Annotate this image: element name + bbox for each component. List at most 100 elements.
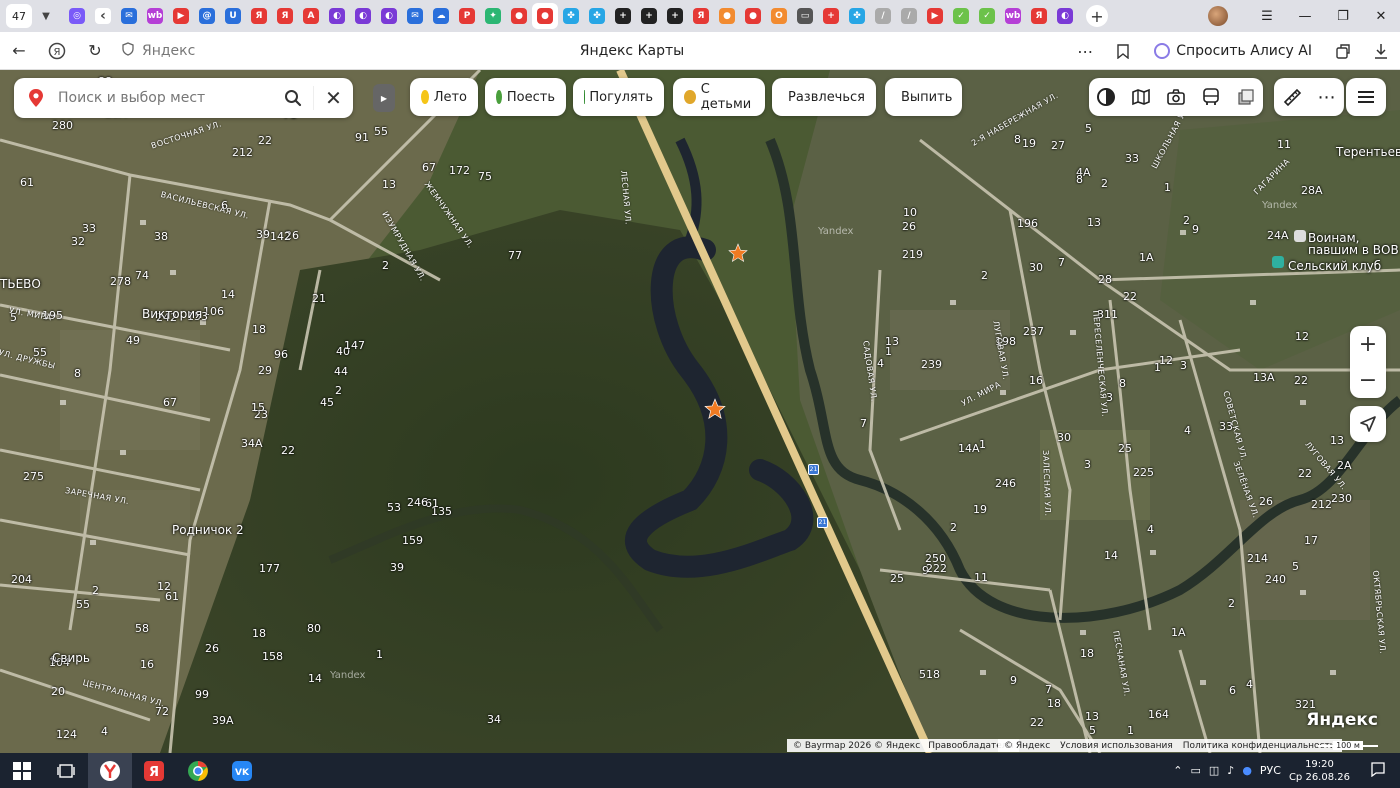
browser-tab[interactable]: U bbox=[220, 3, 246, 29]
chrome-taskbar-icon[interactable] bbox=[176, 753, 220, 788]
camera-icon[interactable] bbox=[1159, 78, 1194, 116]
browser-tab[interactable]: @ bbox=[194, 3, 220, 29]
downloads-icon[interactable] bbox=[1362, 32, 1400, 70]
browser-tab[interactable]: ✤ bbox=[558, 3, 584, 29]
close-window-icon[interactable]: ✕ bbox=[1362, 0, 1400, 32]
chips-expand-icon[interactable]: ▶ bbox=[373, 84, 395, 112]
browser-tab[interactable]: wb bbox=[142, 3, 168, 29]
network-icon[interactable]: ◫ bbox=[1209, 764, 1219, 777]
place-label[interactable]: ТЬЕВО bbox=[0, 277, 41, 291]
browser-tab[interactable]: + bbox=[610, 3, 636, 29]
place-label[interactable]: Свирь bbox=[52, 651, 90, 665]
category-chip[interactable]: Лето bbox=[410, 78, 478, 116]
browser-tab[interactable]: ● bbox=[714, 3, 740, 29]
minimize-icon[interactable]: — bbox=[1286, 0, 1324, 32]
place-label[interactable]: Сельский клуб bbox=[1288, 259, 1381, 273]
browser-tab[interactable]: + bbox=[636, 3, 662, 29]
restore-icon[interactable]: ❐ bbox=[1324, 0, 1362, 32]
tab-count-badge[interactable]: 47 bbox=[6, 4, 32, 28]
volume-icon[interactable]: ♪ bbox=[1227, 764, 1234, 777]
browser-tab[interactable]: Я bbox=[1026, 3, 1052, 29]
browser-tab[interactable]: ● bbox=[532, 3, 558, 29]
yandex-taskbar-icon[interactable]: Я bbox=[132, 753, 176, 788]
hamburger-menu-icon[interactable] bbox=[1346, 78, 1386, 116]
place-label[interactable]: Виктория bbox=[142, 307, 202, 321]
language-indicator[interactable]: РУС bbox=[1260, 764, 1281, 777]
new-tab-button[interactable]: + bbox=[1086, 5, 1108, 27]
map-layer-icon[interactable] bbox=[1089, 78, 1124, 116]
satellite-map[interactable]: 223223940615526134528А39А8634А2439212106… bbox=[0, 70, 1400, 753]
poi-club[interactable] bbox=[1272, 256, 1284, 268]
category-chip[interactable]: Развлечься bbox=[772, 78, 876, 116]
browser-tab[interactable]: ◎ bbox=[64, 3, 90, 29]
browser-tab[interactable]: ☁ bbox=[428, 3, 454, 29]
browser-tab[interactable]: ✦ bbox=[480, 3, 506, 29]
browser-tab[interactable]: ◐ bbox=[324, 3, 350, 29]
browser-tab[interactable]: ✉ bbox=[116, 3, 142, 29]
browser-tab[interactable]: Я bbox=[246, 3, 272, 29]
browser-tab[interactable]: ✤ bbox=[844, 3, 870, 29]
privacy-policy-link[interactable]: Политика конфиденциальности bbox=[1183, 741, 1336, 751]
browser-tab[interactable]: ✓ bbox=[948, 3, 974, 29]
windows-start-icon[interactable] bbox=[0, 753, 44, 788]
more-tools-icon[interactable]: ⋯ bbox=[1309, 78, 1344, 116]
browser-tab[interactable]: ● bbox=[506, 3, 532, 29]
yandex-logo[interactable]: Яндекс bbox=[1306, 710, 1378, 730]
category-chip[interactable]: Поесть bbox=[485, 78, 566, 116]
task-view-icon[interactable] bbox=[44, 753, 88, 788]
bookmark-icon[interactable] bbox=[1104, 32, 1142, 70]
profile-avatar[interactable] bbox=[1208, 6, 1228, 26]
browser-menu-icon[interactable]: ☰ bbox=[1248, 0, 1286, 32]
extensions-icon[interactable] bbox=[1324, 32, 1362, 70]
browser-tab[interactable]: + bbox=[818, 3, 844, 29]
browser-tab[interactable]: ◐ bbox=[1052, 3, 1078, 29]
browser-tab[interactable]: ▭ bbox=[792, 3, 818, 29]
tray-app-icon[interactable]: ▭ bbox=[1190, 764, 1200, 777]
browser-tab[interactable]: ✓ bbox=[974, 3, 1000, 29]
browser-tab[interactable]: / bbox=[870, 3, 896, 29]
poi-memorial[interactable] bbox=[1294, 230, 1306, 242]
place-label[interactable]: павшим в ВОВ bbox=[1308, 243, 1399, 257]
browser-tab[interactable]: ▶ bbox=[168, 3, 194, 29]
browser-tab[interactable]: ▶ bbox=[922, 3, 948, 29]
browser-tab[interactable]: ● bbox=[740, 3, 766, 29]
tray-expand-icon[interactable]: ⌃ bbox=[1173, 764, 1182, 777]
browser-tab[interactable]: O bbox=[766, 3, 792, 29]
browser-tab[interactable]: ◐ bbox=[376, 3, 402, 29]
panorama-icon[interactable] bbox=[1124, 78, 1159, 116]
favorite-star-icon[interactable] bbox=[704, 398, 726, 420]
zoom-out-button[interactable]: − bbox=[1350, 362, 1386, 398]
close-icon[interactable]: ✕ bbox=[313, 86, 353, 110]
browser-tab[interactable]: Я bbox=[272, 3, 298, 29]
terms-of-use-link[interactable]: Условия использования bbox=[1060, 741, 1173, 751]
browser-tab[interactable]: wb bbox=[1000, 3, 1026, 29]
vpn-icon[interactable]: ● bbox=[1242, 764, 1252, 777]
vk-taskbar-icon[interactable]: VK bbox=[220, 753, 264, 788]
browser-tab[interactable]: ✤ bbox=[584, 3, 610, 29]
browser-tab[interactable]: Я bbox=[688, 3, 714, 29]
place-label[interactable]: Родничок 2 bbox=[172, 523, 244, 537]
layers-stack-icon[interactable] bbox=[1228, 78, 1263, 116]
ruler-icon[interactable] bbox=[1274, 78, 1309, 116]
notifications-icon[interactable] bbox=[1370, 761, 1386, 780]
category-chip[interactable]: С детьми bbox=[673, 78, 765, 116]
search-icon[interactable] bbox=[273, 89, 313, 107]
tab-list-chevron-icon[interactable]: ▼ bbox=[36, 4, 56, 28]
browser-tab[interactable]: + bbox=[662, 3, 688, 29]
browser-tab[interactable]: / bbox=[896, 3, 922, 29]
favorite-star-icon[interactable] bbox=[728, 243, 748, 263]
browser-tab[interactable]: ✉ bbox=[402, 3, 428, 29]
browser-tab[interactable]: ‹ bbox=[90, 3, 116, 29]
more-dots-icon[interactable]: ⋯ bbox=[1066, 32, 1104, 70]
browser-tab[interactable]: A bbox=[298, 3, 324, 29]
category-chip[interactable]: Выпить bbox=[885, 78, 962, 116]
browser-tab[interactable]: P bbox=[454, 3, 480, 29]
clock[interactable]: 19:20 Ср 26.08.26 bbox=[1289, 758, 1350, 784]
place-label[interactable]: Терентьево bbox=[1336, 145, 1400, 159]
category-chip[interactable]: Погулять bbox=[573, 78, 664, 116]
browser-tab[interactable]: ◐ bbox=[350, 3, 376, 29]
transport-icon[interactable] bbox=[1193, 78, 1228, 116]
search-input[interactable]: Поиск и выбор мест bbox=[58, 90, 273, 106]
yandex-browser-taskbar-icon[interactable] bbox=[88, 753, 132, 788]
ask-alice-button[interactable]: Спросить Алису AI bbox=[1142, 36, 1324, 66]
